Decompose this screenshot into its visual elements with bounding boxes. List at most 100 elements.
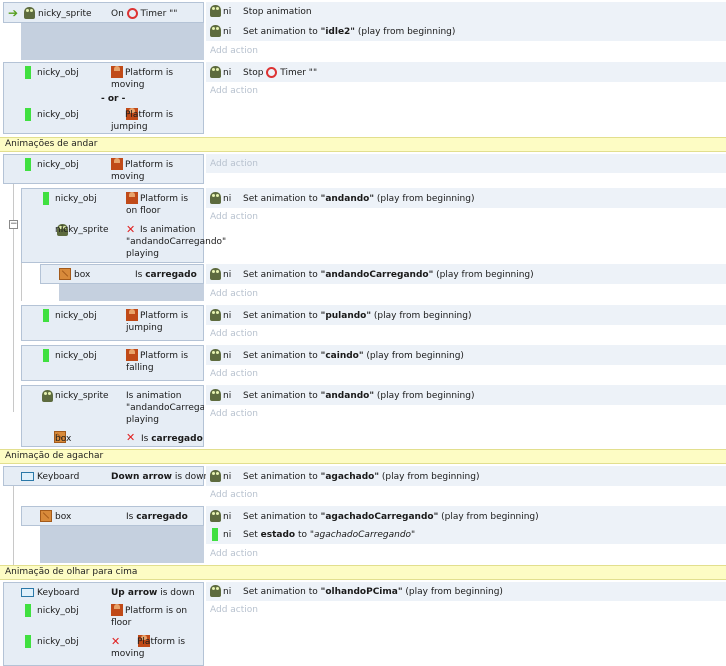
condition-object: box bbox=[74, 270, 91, 280]
add-action-link[interactable]: Add action bbox=[210, 288, 258, 300]
frog-sprite-icon bbox=[210, 5, 221, 17]
action-text: Stop Timer "" bbox=[243, 67, 318, 78]
frog-sprite-icon bbox=[210, 389, 221, 401]
action-object: ni bbox=[223, 587, 232, 597]
condition-object: nicky_obj bbox=[37, 606, 79, 616]
group-header[interactable]: Animação de agachar bbox=[0, 449, 726, 464]
green-bar-icon bbox=[25, 635, 31, 648]
condition-text: Platform is on floor bbox=[111, 606, 188, 628]
condition-text: Platform is jumping bbox=[126, 311, 189, 333]
green-bar-icon bbox=[25, 108, 31, 121]
condition-text: Platform is falling bbox=[126, 351, 189, 373]
event-10-action-1[interactable]: ni Set animation to "agachadoCarregando"… bbox=[206, 506, 726, 526]
event-8-conditions[interactable]: nicky_sprite Is animation "andandoCarreg… bbox=[21, 385, 204, 447]
green-bar-icon bbox=[25, 158, 31, 171]
event-11-conditions[interactable]: Keyboard Up arrow is down nicky_obj Plat… bbox=[3, 582, 204, 666]
frog-sprite-icon bbox=[210, 585, 221, 597]
event-3-actions[interactable]: Add action bbox=[206, 154, 726, 173]
action-object: ni bbox=[223, 270, 232, 280]
event-9-condition[interactable]: Keyboard Down arrow is down bbox=[3, 466, 209, 486]
condition-text: Platform is on floor bbox=[126, 194, 189, 216]
group-header[interactable]: Animação de olhar para cima bbox=[0, 565, 726, 580]
keyboard-icon bbox=[21, 588, 34, 597]
green-bar-icon bbox=[43, 309, 49, 322]
event-8-action[interactable]: ni Set animation to "andando" (play from… bbox=[206, 385, 726, 405]
action-text: Set animation to "olhandoPCima" (play fr… bbox=[243, 587, 503, 597]
event-1-action-1[interactable]: ni Stop animation bbox=[206, 2, 726, 21]
condition-text: Is carregado bbox=[126, 512, 188, 522]
box-sprite-icon bbox=[59, 268, 71, 280]
event-1-action-2[interactable]: ni Set animation to "idle2" (play from b… bbox=[206, 21, 726, 41]
frog-sprite-icon bbox=[210, 470, 221, 482]
add-action-link[interactable]: Add action bbox=[210, 158, 258, 170]
event-6-action[interactable]: ni Set animation to "pulando" (play from… bbox=[206, 305, 726, 325]
event-3-condition[interactable]: nicky_obj Platform is moving bbox=[3, 154, 204, 184]
action-text: Set estado to "agachadoCarregando" bbox=[243, 530, 416, 540]
event-7-action[interactable]: ni Set animation to "caindo" (play from … bbox=[206, 345, 726, 365]
event-4-conditions[interactable]: nicky_obj Platform is on floor nicky_spr… bbox=[21, 188, 227, 263]
event-5-condition[interactable]: box Is carregado bbox=[40, 264, 204, 284]
frog-sprite-icon bbox=[210, 192, 221, 204]
condition-text: Up arrow is down bbox=[111, 588, 195, 598]
action-text: Set animation to "andandoCarregando" (pl… bbox=[243, 270, 534, 280]
event-7-condition[interactable]: nicky_obj Platform is falling bbox=[21, 345, 204, 381]
condition-text: Is carregado bbox=[135, 270, 197, 280]
condition-text: Platform is moving bbox=[111, 68, 174, 90]
action-object: ni bbox=[223, 27, 232, 37]
condition-object: nicky_sprite bbox=[55, 391, 109, 401]
add-action-link[interactable]: Add action bbox=[210, 85, 258, 97]
group-header[interactable]: Animações de andar bbox=[0, 137, 726, 152]
add-action-link[interactable]: Add action bbox=[210, 548, 258, 560]
add-action-link[interactable]: Add action bbox=[210, 604, 258, 616]
add-action-link[interactable]: Add action bbox=[210, 328, 258, 340]
add-action-link[interactable]: Add action bbox=[210, 408, 258, 420]
condition-object: nicky_obj bbox=[55, 311, 97, 321]
action-text: Stop animation bbox=[243, 7, 312, 17]
event-10-action-2[interactable]: ni Set estado to "agachadoCarregando" bbox=[206, 526, 726, 544]
action-text: Set animation to "agachado" (play from b… bbox=[243, 472, 480, 482]
add-action-link[interactable]: Add action bbox=[210, 211, 258, 223]
event-2-conditions[interactable]: nicky_obj Platform is moving - or - nick… bbox=[3, 62, 204, 134]
keyboard-icon bbox=[21, 472, 34, 481]
action-object: ni bbox=[223, 194, 232, 204]
event-1-condition[interactable]: ➔ nicky_sprite On Timer "" bbox=[3, 2, 204, 23]
add-action-link[interactable]: Add action bbox=[210, 368, 258, 380]
action-text: Set animation to "andando" (play from be… bbox=[243, 391, 475, 401]
action-text: Set animation to "pulando" (play from be… bbox=[243, 311, 472, 321]
action-object: ni bbox=[223, 472, 232, 482]
frog-sprite-icon bbox=[210, 510, 221, 522]
event-6-condition[interactable]: nicky_obj Platform is jumping bbox=[21, 305, 204, 341]
event-11-action[interactable]: ni Set animation to "olhandoPCima" (play… bbox=[206, 582, 726, 601]
frog-sprite-icon bbox=[210, 66, 221, 78]
add-action-link[interactable]: Add action bbox=[210, 489, 258, 501]
event-2-action-1[interactable]: ni Stop Timer "" bbox=[206, 62, 726, 82]
event-9-action[interactable]: ni Set animation to "agachado" (play fro… bbox=[206, 466, 726, 486]
action-object: ni bbox=[223, 512, 232, 522]
frog-sprite-icon bbox=[42, 390, 53, 402]
action-text: Set animation to "idle2" (play from begi… bbox=[243, 27, 456, 37]
action-object: ni bbox=[223, 391, 232, 401]
condition-text: On Timer "" bbox=[111, 8, 178, 19]
condition-object: box bbox=[55, 512, 72, 522]
condition-object: nicky_sprite bbox=[55, 225, 109, 235]
frog-sprite-icon bbox=[210, 268, 221, 280]
event-1-condition-filler bbox=[21, 23, 204, 60]
condition-object: nicky_obj bbox=[55, 194, 97, 204]
condition-object: nicky_obj bbox=[37, 637, 79, 647]
green-bar-icon bbox=[43, 349, 49, 362]
condition-text: Is animation "andandoCarregando" playing bbox=[126, 225, 227, 259]
event-10-condition[interactable]: box Is carregado bbox=[21, 506, 204, 526]
frog-sprite-icon bbox=[24, 7, 35, 19]
event-4-action[interactable]: ni Set animation to "andando" (play from… bbox=[206, 188, 726, 208]
event-5-condition-filler bbox=[59, 284, 204, 301]
condition-text: Platform is moving bbox=[111, 637, 186, 659]
collapse-toggle[interactable]: − bbox=[9, 220, 18, 229]
action-text: Set animation to "agachadoCarregando" (p… bbox=[243, 512, 539, 522]
action-object: ni bbox=[223, 68, 232, 78]
add-action-link[interactable]: Add action bbox=[210, 45, 258, 57]
condition-object: box bbox=[55, 434, 72, 444]
condition-object: nicky_obj bbox=[37, 68, 79, 78]
action-text: Set animation to "caindo" (play from beg… bbox=[243, 351, 464, 361]
green-bar-icon bbox=[25, 604, 31, 617]
event-5-action[interactable]: ni Set animation to "andandoCarregando" … bbox=[206, 264, 726, 284]
